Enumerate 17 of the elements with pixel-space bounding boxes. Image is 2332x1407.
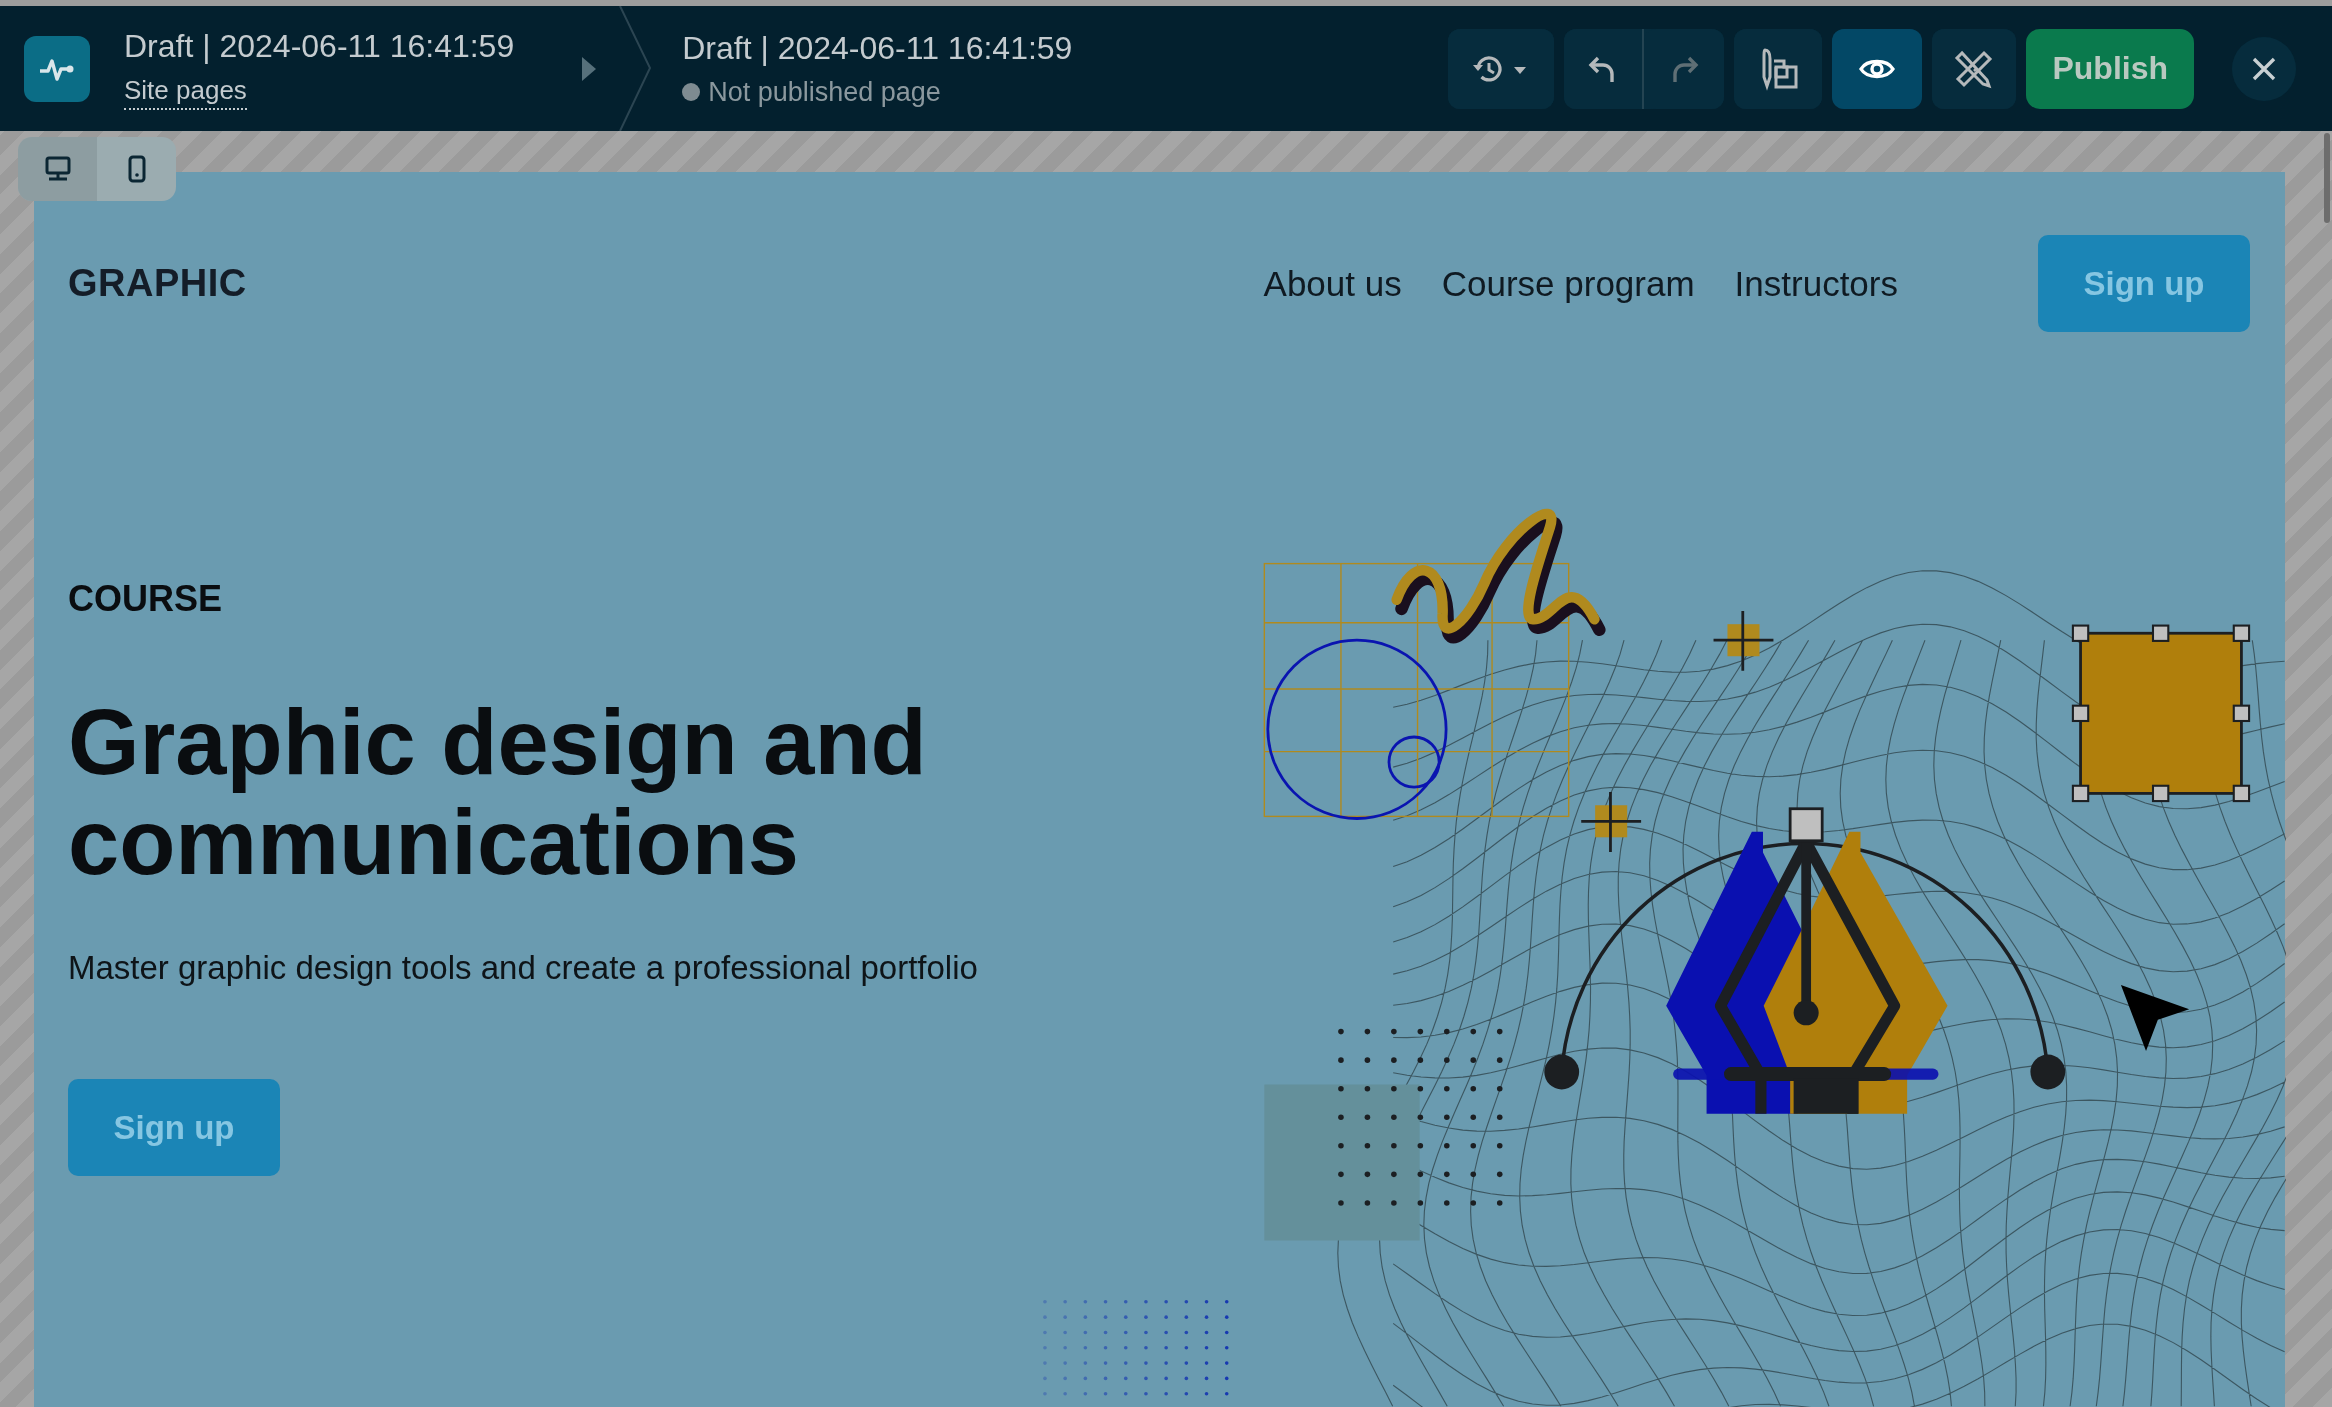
scrollbar-thumb[interactable] [2324,133,2330,223]
hero-subtitle: Master graphic design tools and create a professional portfolio [68,949,979,987]
nav-link[interactable]: Course program [1441,263,1695,304]
current-page-title: Draft | 2024-06-11 16:41:59 [682,29,1073,67]
preview-button[interactable] [1832,28,1923,109]
logo-icon[interactable] [24,35,90,102]
hero-heading: Graphic design and communications [68,692,928,892]
nav-link[interactable]: About us [1263,263,1402,304]
site-pages-link[interactable]: Site pages [124,74,247,110]
publish-button[interactable]: Publish [2026,28,2194,109]
nav-link[interactable]: Instructors [1734,263,1898,304]
desktop-icon[interactable] [18,137,97,201]
pencil-ruler-icon [1954,48,1995,89]
status-text: Not published page [708,76,941,108]
page-title: Draft | 2024-06-11 16:41:59 [124,27,515,65]
site-logo[interactable]: GRAPHIC [68,262,247,305]
eyebrow-label: COURSE [68,578,224,620]
